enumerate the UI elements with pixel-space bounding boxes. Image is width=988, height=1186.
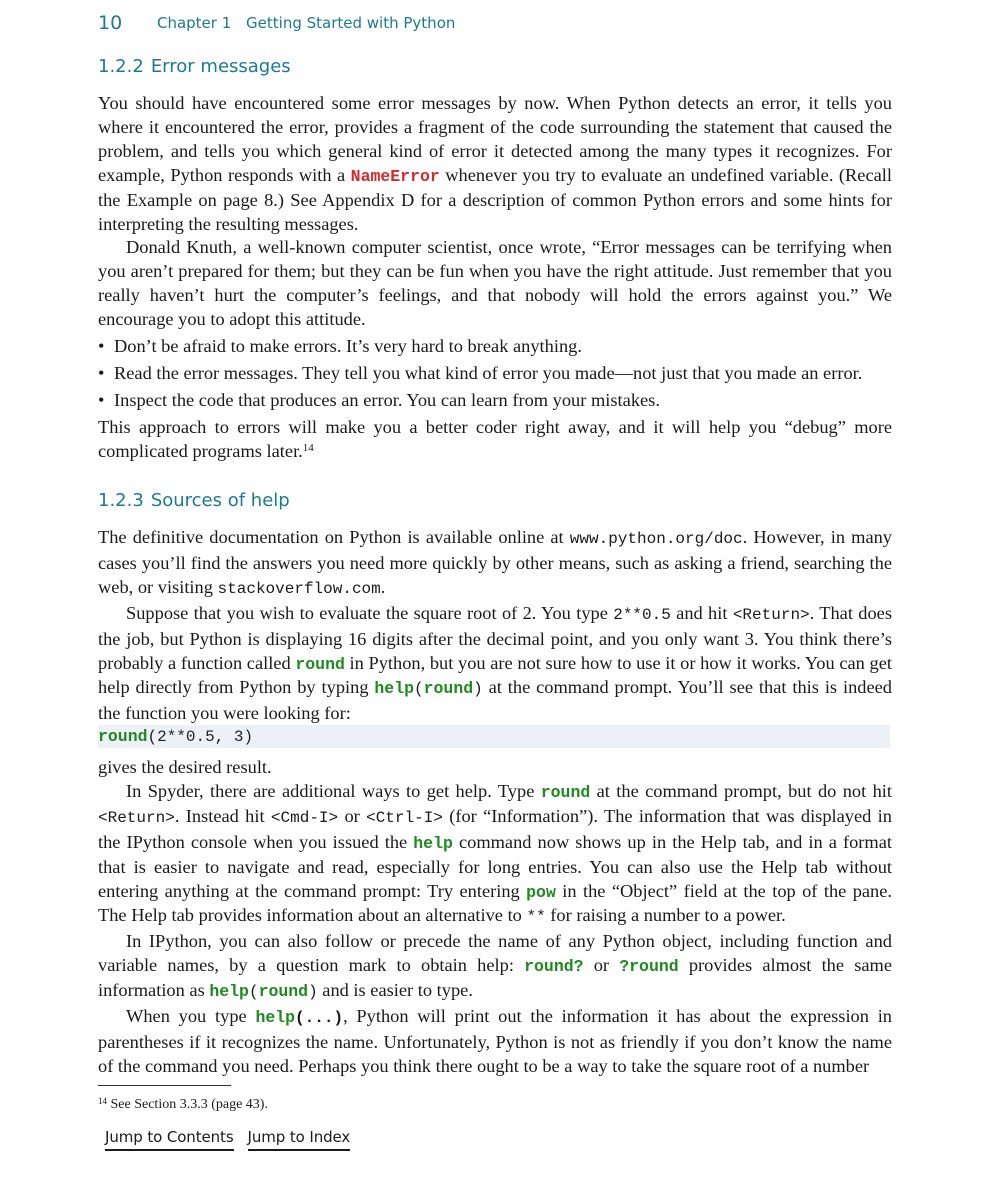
bullet-list: • Don’t be afraid to make errors. It’s ve… (98, 335, 892, 413)
code-keyword: help (255, 1008, 296, 1028)
list-item: • Inspect the code that produces an error… (98, 389, 892, 413)
code-inline: 2**0.5 (613, 605, 671, 624)
footnote: 14 See Section 3.3.3 (page 43). (98, 1097, 268, 1113)
paragraph: Suppose that you wish to evaluate the sq… (98, 602, 892, 724)
jump-to-index-link[interactable]: Jump to Index (247, 1128, 350, 1151)
list-item: • Don’t be afraid to make errors. It’s ve… (98, 335, 892, 359)
paragraph: In IPython, you can also follow or prece… (98, 931, 892, 1002)
code-keyword: help (209, 982, 249, 1002)
code-inline: <Cmd-I> (270, 808, 339, 827)
code-text: (2**0.5, 3) (147, 728, 254, 746)
section-number: 1.2.2 (98, 56, 144, 77)
footnote-reference[interactable]: 14 (303, 442, 314, 454)
code-inline: ** (526, 908, 546, 927)
section-title: Sources of help (150, 490, 290, 511)
section-number: 1.2.3 (98, 490, 144, 511)
paragraph: This approach to errors will make you a … (98, 417, 892, 461)
page-number: 10 (98, 12, 123, 34)
url-python-docs[interactable]: www.python.org/doc (570, 530, 743, 548)
code-keyword: round (540, 782, 591, 802)
code-keyword: round (423, 679, 474, 699)
chapter-label: Chapter 1 (156, 14, 232, 32)
bullet-icon: • (98, 336, 105, 357)
paragraph: In Spyder, there are additional ways to … (98, 780, 893, 927)
code-block: round(2**0.5, 3) (98, 725, 890, 748)
list-item: • Read the error messages. They tell you … (98, 362, 892, 386)
code-name-error: NameError (350, 166, 440, 186)
code-keyword: help (413, 833, 453, 853)
code-inline: <Return> (732, 605, 810, 624)
url-stackoverflow[interactable]: stackoverflow.com (218, 580, 381, 598)
paragraph: When you type help(...), Python will pri… (98, 1006, 893, 1076)
section-error-messages-body: You should have encountered some error m… (98, 92, 892, 464)
section-heading-sources-of-help: 1.2.3 Sources of help (98, 490, 290, 511)
section-sources-of-help-body: The definitive documentation on Python i… (98, 526, 892, 726)
code-keyword: round (295, 654, 345, 674)
section-sources-of-help-body-continued: gives the desired result. In Spyder, the… (98, 756, 892, 1079)
footnote-mark: 14 (98, 1096, 107, 1106)
paragraph: The definitive documentation on Python i… (98, 527, 892, 598)
code-keyword: round (98, 727, 148, 746)
bullet-icon: • (98, 363, 105, 384)
footnote-divider (98, 1085, 231, 1086)
code-inline: <Return> (98, 808, 175, 827)
code-keyword: help (374, 679, 415, 699)
code-keyword: ?round (619, 957, 679, 977)
section-heading-error-messages: 1.2.2 Error messages (98, 56, 291, 77)
navigation-links: Jump to Contents Jump to Index (105, 1128, 364, 1151)
paragraph-knuth-quote: Donald Knuth, a well-known computer scie… (98, 237, 892, 330)
section-title: Error messages (150, 56, 291, 77)
running-header: 10 Chapter 1 Getting Started with Python (98, 12, 455, 34)
paragraph: gives the desired result. (98, 757, 272, 777)
code-keyword: round (258, 982, 309, 1002)
bullet-icon: • (98, 390, 105, 411)
code-inline: <Ctrl-I> (366, 808, 443, 827)
footnote-text: See Section 3.3.3 (page 43). (107, 1097, 268, 1112)
code-keyword: pow (526, 882, 556, 902)
jump-to-contents-link[interactable]: Jump to Contents (105, 1128, 234, 1151)
paragraph: You should have encountered some error m… (98, 93, 893, 234)
code-keyword: round? (524, 957, 584, 977)
chapter-title: Getting Started with Python (246, 14, 456, 32)
